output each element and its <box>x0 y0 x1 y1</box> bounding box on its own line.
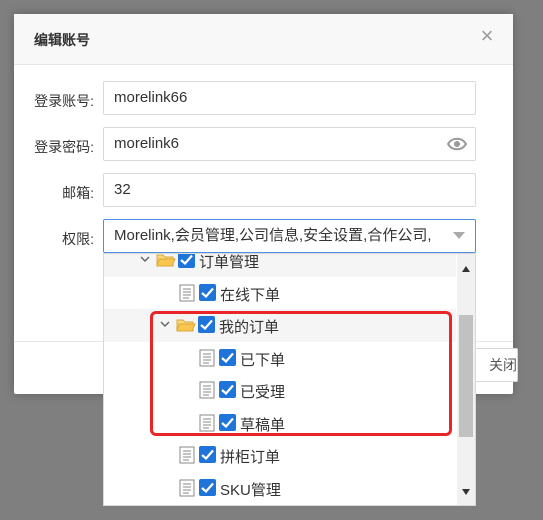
dialog-header: 编辑账号 × <box>14 14 513 65</box>
file-icon <box>179 446 195 464</box>
permissions-value: Morelink,会员管理,公司信息,安全设置,合作公司, <box>114 227 432 244</box>
checkbox-checked-icon[interactable] <box>199 283 216 301</box>
checkbox-checked-icon[interactable] <box>199 446 216 463</box>
tree-node-online-order[interactable]: 在线下单 <box>104 277 456 310</box>
permissions-select[interactable]: Morelink,会员管理,公司信息,安全设置,合作公司, <box>103 219 476 253</box>
email-input[interactable]: 32 <box>103 173 476 207</box>
tree-node-sku[interactable]: SKU管理 <box>104 472 456 505</box>
folder-open-icon <box>176 319 196 332</box>
email-label: 邮箱: <box>62 185 94 201</box>
checkbox-checked-icon[interactable] <box>198 316 215 333</box>
permissions-label: 权限: <box>62 231 94 247</box>
scrollbar-thumb[interactable] <box>459 315 473 437</box>
file-icon <box>179 284 195 301</box>
folder-open-icon <box>156 254 176 267</box>
tree-node-label: 订单管理 <box>199 254 260 271</box>
tree-node-draft[interactable]: 草稿单 <box>104 407 456 440</box>
checkbox-checked-icon[interactable] <box>219 348 236 366</box>
chevron-down-icon[interactable] <box>160 319 170 329</box>
permissions-tree-dropdown: 订单管理 在线下单 我的订单 已下单 已受理 草稿单 拼柜订单 SKU管理 <box>103 253 476 506</box>
tree-node-order-management[interactable]: 订单管理 <box>104 254 456 277</box>
checkbox-checked-icon[interactable] <box>199 478 216 496</box>
tree-node-label: 草稿单 <box>240 416 286 434</box>
password-row: 登录密码: morelink6 <box>14 127 513 163</box>
file-icon <box>199 349 215 366</box>
chevron-down-icon[interactable] <box>453 232 465 239</box>
file-icon <box>179 479 195 496</box>
tree-node-accepted[interactable]: 已受理 <box>104 374 456 407</box>
dialog-title: 编辑账号 <box>34 32 90 48</box>
tree-node-label: SKU管理 <box>220 481 281 499</box>
checkbox-checked-icon[interactable] <box>219 413 236 431</box>
email-row: 邮箱: 32 <box>14 173 513 209</box>
password-input[interactable]: morelink6 <box>103 127 476 161</box>
tree-node-placed[interactable]: 已下单 <box>104 342 456 375</box>
account-input[interactable]: morelink66 <box>103 81 476 115</box>
account-label: 登录账号: <box>34 93 94 109</box>
permissions-tree: 订单管理 在线下单 我的订单 已下单 已受理 草稿单 拼柜订单 SKU管理 <box>104 254 456 505</box>
scroll-up-icon[interactable] <box>462 266 470 272</box>
file-icon <box>199 414 215 431</box>
permissions-row: 权限: Morelink,会员管理,公司信息,安全设置,合作公司, <box>14 219 513 255</box>
close-icon[interactable]: × <box>475 24 499 48</box>
checkbox-checked-icon[interactable] <box>178 254 195 268</box>
password-label: 登录密码: <box>34 139 94 155</box>
tree-node-my-orders[interactable]: 我的订单 <box>104 309 456 342</box>
scroll-down-icon[interactable] <box>462 489 470 495</box>
account-row: 登录账号: morelink66 <box>14 81 513 117</box>
tree-node-label: 拼柜订单 <box>220 449 281 466</box>
eye-icon[interactable] <box>447 135 467 153</box>
tree-node-label: 我的订单 <box>219 319 280 336</box>
dropdown-scrollbar[interactable] <box>457 254 475 505</box>
checkbox-checked-icon[interactable] <box>219 381 236 398</box>
tree-node-label: 在线下单 <box>220 286 281 304</box>
close-button[interactable]: 关闭 <box>474 348 518 382</box>
file-icon <box>199 381 215 399</box>
tree-node-consolidated[interactable]: 拼柜订单 <box>104 439 456 472</box>
tree-node-label: 已受理 <box>240 384 286 401</box>
chevron-down-icon[interactable] <box>140 254 150 264</box>
password-value: morelink6 <box>114 135 180 152</box>
tree-node-label: 已下单 <box>240 351 286 369</box>
